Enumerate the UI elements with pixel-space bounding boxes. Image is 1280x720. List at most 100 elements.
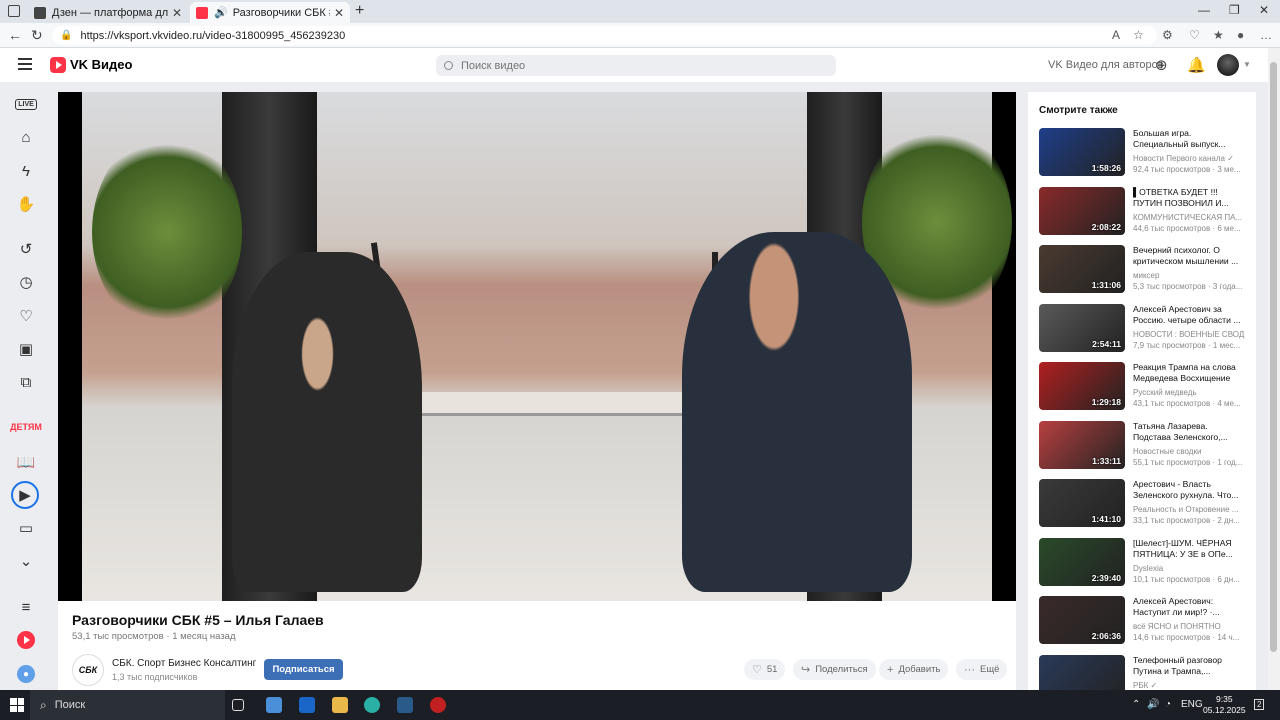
recommendation-thumbnail[interactable]: 1:41:10 xyxy=(1039,479,1125,527)
vk-sport-icon[interactable]: ▶ xyxy=(11,481,39,509)
recommendation-item[interactable]: 1:29:18 Реакция Трампа на слова Медведева… xyxy=(1039,362,1254,412)
maximize-icon[interactable]: ❐ xyxy=(1229,3,1240,17)
chevron-down-icon[interactable]: ▼ xyxy=(1243,60,1251,69)
recommendation-title[interactable]: [Шелест]-ШУМ. ЧЁРНАЯ ПЯТНИЦА: У ЗЕ в ОПе… xyxy=(1133,538,1245,560)
tab-vk-video[interactable]: 🔊 Разговорчики СБК #5 – Иль ✕ xyxy=(190,2,350,23)
channel-avatar[interactable]: СБК xyxy=(72,654,104,686)
recommendation-title[interactable]: Телефонный разговор Путина и Трампа,... xyxy=(1133,655,1245,677)
recommendation-item[interactable]: 2:09:51 Телефонный разговор Путина и Трам… xyxy=(1039,654,1254,692)
store-icon[interactable] xyxy=(266,697,282,713)
queue-list-icon[interactable]: ≡ xyxy=(15,596,37,618)
recommendation-title[interactable]: Реакция Трампа на слова Медведева Восхищ… xyxy=(1133,362,1245,384)
recommendation-thumbnail[interactable]: 2:08:22 xyxy=(1039,186,1125,235)
subscriptions-icon[interactable]: ▣ xyxy=(15,338,37,360)
recommendation-item[interactable]: 1:31:06 Вечерний психолог. О критическом … xyxy=(1039,245,1254,295)
watch-later-icon[interactable]: ◷ xyxy=(15,271,37,293)
recommendation-thumbnail[interactable]: 1:33:11 xyxy=(1039,420,1125,469)
book-icon[interactable]: 📖 xyxy=(15,451,37,473)
recommendation-item[interactable]: 1:41:10 Арестович - Власть Зеленского рух… xyxy=(1039,479,1254,529)
recommendation-item[interactable]: 2:54:11 Алексей Арестович за Россию. четы… xyxy=(1039,303,1254,354)
more-button[interactable]: ··· Ещё xyxy=(956,659,1008,680)
authors-link[interactable]: VK Видео для авторов xyxy=(1048,59,1164,71)
browser-essentials-icon[interactable]: ♡ xyxy=(1189,28,1200,42)
recommendation-title[interactable]: Алексей Арестович: Наступит ли мир!? ·..… xyxy=(1133,596,1245,618)
recommendation-item[interactable]: 2:06:36 Алексей Арестович: Наступит ли ми… xyxy=(1039,596,1254,646)
site-info-icon[interactable]: 🔒 xyxy=(60,30,72,41)
read-aloud-icon[interactable]: A xyxy=(1112,28,1120,42)
recommendation-title[interactable]: ▌ОТВЕТКА БУДЕТ !!! ПУТИН ПОЗВОНИЛ И... xyxy=(1133,187,1245,209)
share-button[interactable]: ↪ Поделиться xyxy=(793,659,876,680)
recommendation-channel[interactable]: Реальность и Откровение ... xyxy=(1133,505,1245,514)
like-button[interactable]: ♡ 51 xyxy=(744,659,786,680)
upload-plus-icon[interactable]: ⊕ xyxy=(1155,56,1168,74)
recommendation-channel[interactable]: Dyslexia xyxy=(1133,564,1245,573)
search-bar[interactable] xyxy=(436,55,836,76)
recommendation-item[interactable]: 2:08:22 ▌ОТВЕТКА БУДЕТ !!! ПУТИН ПОЗВОНИЛ… xyxy=(1039,186,1254,237)
sidebar-item-kids[interactable]: ДЕТЯМ xyxy=(10,416,42,438)
new-tab-button[interactable]: + xyxy=(355,2,364,20)
recommendation-channel[interactable]: НОВОСТИ : ВОЕННЫЕ СВОД... xyxy=(1133,330,1245,339)
steam-icon[interactable] xyxy=(397,697,413,713)
recommendation-channel[interactable]: Русский медведь xyxy=(1133,388,1245,397)
back-icon[interactable]: ← xyxy=(8,27,22,43)
recommendation-item[interactable]: 1:33:11 Татьяна Лазарева. Подстава Зеленс… xyxy=(1039,420,1254,471)
recommendation-channel[interactable]: РБК ✓ xyxy=(1133,681,1245,690)
hands-icon[interactable]: ✋ xyxy=(15,193,37,215)
taskbar-search[interactable]: ⌕ Поиск xyxy=(30,690,225,720)
expand-chevron-icon[interactable]: ⌄ xyxy=(15,550,37,572)
settings-menu-icon[interactable]: … xyxy=(1260,28,1272,42)
recommendation-channel[interactable]: всё ЯСНО и ПОНЯТНО xyxy=(1133,622,1245,631)
outlook-icon[interactable] xyxy=(299,697,315,713)
video-player[interactable] xyxy=(58,92,1016,601)
shorts-lightning-icon[interactable]: ϟ xyxy=(15,160,37,182)
page-scrollbar[interactable] xyxy=(1268,48,1280,690)
recommendation-item[interactable]: 2:39:40 [Шелест]-ШУМ. ЧЁРНАЯ ПЯТНИЦА: У З… xyxy=(1039,537,1254,588)
subscribe-button[interactable]: Подписаться xyxy=(264,659,343,680)
language-indicator[interactable]: ENG xyxy=(1181,699,1203,710)
task-view-icon[interactable] xyxy=(232,699,244,711)
app-icon[interactable] xyxy=(430,697,446,713)
playlists-icon[interactable]: ⧉ xyxy=(15,371,37,393)
profile-circle-icon[interactable]: ● xyxy=(17,665,35,683)
recommendation-thumbnail[interactable]: 2:09:51 xyxy=(1039,654,1125,692)
volume-icon[interactable]: 🔊 xyxy=(1147,699,1159,710)
file-explorer-icon[interactable] xyxy=(332,697,348,713)
tab-actions-icon[interactable] xyxy=(8,5,20,17)
recommendation-thumbnail[interactable]: 2:39:40 xyxy=(1039,537,1125,586)
url-field[interactable]: 🔒 https://vksport.vkvideo.ru/video-31800… xyxy=(52,26,1157,45)
recommendation-channel[interactable]: КОММУНИСТИЧЕСКАЯ ПА... xyxy=(1133,213,1245,222)
search-input[interactable] xyxy=(461,59,821,72)
user-avatar[interactable] xyxy=(1217,54,1239,76)
windows-start-icon[interactable] xyxy=(10,698,24,712)
notifications-icon[interactable]: 2 xyxy=(1254,699,1265,710)
home-icon[interactable]: ⌂ xyxy=(15,126,37,148)
recommendation-title[interactable]: Большая игра. Специальный выпуск... xyxy=(1133,128,1245,150)
liked-heart-icon[interactable]: ♡ xyxy=(15,305,37,327)
recommendation-title[interactable]: Арестович - Власть Зеленского рухнула. Ч… xyxy=(1133,479,1245,501)
close-tab-icon[interactable]: ✕ xyxy=(334,6,344,20)
scrollbar-thumb[interactable] xyxy=(1270,62,1277,652)
recommendation-title[interactable]: Вечерний психолог. О критическом мышлени… xyxy=(1133,245,1245,267)
recommendation-channel[interactable]: миксер xyxy=(1133,271,1245,280)
history-icon[interactable]: ↺ xyxy=(15,238,37,260)
recommendation-title[interactable]: Татьяна Лазарева. Подстава Зеленского,..… xyxy=(1133,421,1245,443)
brand-name[interactable]: VK Видео xyxy=(70,57,132,72)
channel-name[interactable]: СБК. Спорт Бизнес Консалтинг xyxy=(112,658,256,669)
close-window-icon[interactable]: ✕ xyxy=(1259,3,1269,17)
recommendation-thumbnail[interactable]: 2:06:36 xyxy=(1039,596,1125,644)
system-clock[interactable]: 9:35 05.12.2025 xyxy=(1203,694,1246,716)
recommendation-channel[interactable]: Новостные сводки xyxy=(1133,447,1245,456)
speaker-icon[interactable]: 🔊 xyxy=(214,6,228,19)
sidebar-item-live[interactable]: LIVE xyxy=(15,93,37,115)
profile-icon[interactable]: ● xyxy=(1237,28,1244,42)
menu-icon[interactable] xyxy=(18,58,32,70)
recommendation-thumbnail[interactable]: 1:29:18 xyxy=(1039,362,1125,410)
extensions-icon[interactable]: ⚙ xyxy=(1162,28,1173,42)
recommendation-thumbnail[interactable]: 2:54:11 xyxy=(1039,303,1125,352)
notifications-bell-icon[interactable]: 🔔 xyxy=(1187,56,1206,74)
recommendation-title[interactable]: Алексей Арестович за Россию. четыре обла… xyxy=(1133,304,1245,326)
minimize-icon[interactable]: — xyxy=(1198,3,1210,17)
vk-video-app-icon[interactable] xyxy=(17,631,35,649)
recommendation-thumbnail[interactable]: 1:58:26 xyxy=(1039,128,1125,176)
recommendation-channel[interactable]: Новости Первого канала ✓ xyxy=(1133,154,1245,163)
